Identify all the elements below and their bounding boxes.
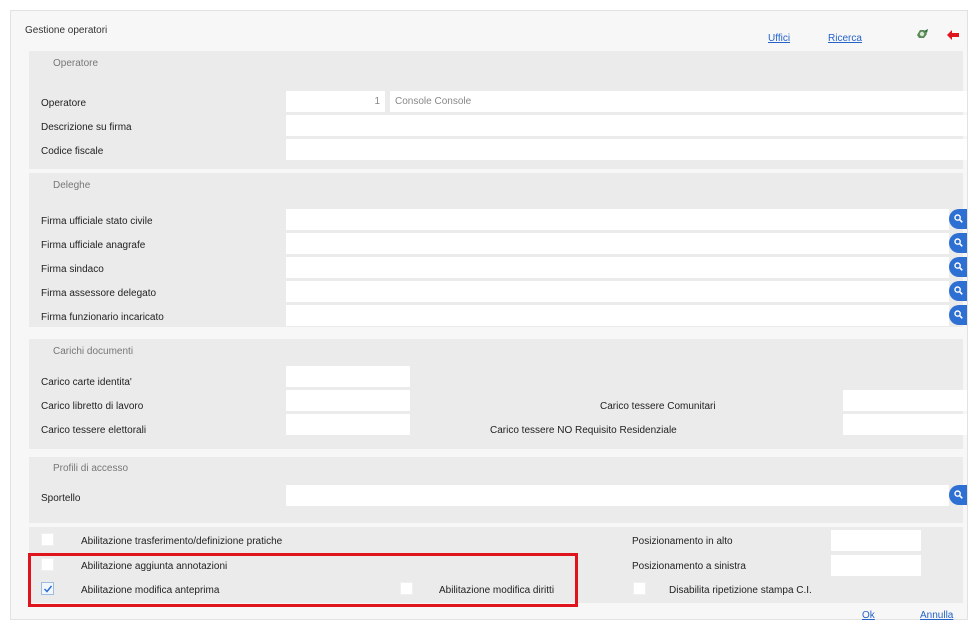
checkmark-icon xyxy=(43,585,53,593)
firma-anagrafe-input[interactable] xyxy=(286,233,949,254)
tessere-no-requisito-input[interactable] xyxy=(843,414,967,435)
codice-fiscale-label: Codice fiscale xyxy=(41,146,104,157)
operatore-code-input[interactable] xyxy=(286,91,385,112)
firma-assessore-input[interactable] xyxy=(286,281,949,302)
refresh-icon[interactable] xyxy=(915,28,929,40)
firma-sindaco-search-button[interactable] xyxy=(949,257,967,277)
annulla-button[interactable]: Annulla xyxy=(920,610,953,621)
posizionamento-alto-label: Posizionamento in alto xyxy=(632,536,733,547)
descrizione-input[interactable] xyxy=(286,115,967,136)
search-icon xyxy=(954,286,963,295)
annotazioni-label: Abilitazione aggiunta annotazioni xyxy=(81,561,228,572)
uffici-link[interactable]: Uffici xyxy=(768,33,790,44)
firma-sindaco-input[interactable] xyxy=(286,257,949,278)
tessere-comunitari-input[interactable] xyxy=(843,390,967,411)
operatore-section-title: Operatore xyxy=(53,58,99,69)
trasferimento-checkbox[interactable] xyxy=(41,533,54,546)
exit-arrow-icon[interactable] xyxy=(947,30,959,40)
firma-stato-civile-search-button[interactable] xyxy=(949,209,967,229)
diritti-label: Abilitazione modifica diritti xyxy=(439,585,555,596)
search-icon xyxy=(954,262,963,271)
posizionamento-sinistra-label: Posizionamento a sinistra xyxy=(632,561,746,572)
annotazioni-checkbox[interactable] xyxy=(41,558,54,571)
firma-anagrafe-label: Firma ufficiale anagrafe xyxy=(41,240,146,251)
operatore-section: Operatore Operatore Descrizione su firma… xyxy=(29,51,967,169)
operatore-name-input[interactable] xyxy=(390,91,967,112)
posizionamento-alto-input[interactable] xyxy=(831,530,921,551)
ricerca-link[interactable]: Ricerca xyxy=(828,33,862,44)
firma-anagrafe-search-button[interactable] xyxy=(949,233,967,253)
sportello-input[interactable] xyxy=(286,485,949,506)
abilitazioni-section: Abilitazione trasferimento/definizione p… xyxy=(29,527,963,603)
firma-funzionario-input[interactable] xyxy=(286,305,949,326)
search-icon xyxy=(954,490,963,499)
search-icon xyxy=(954,238,963,247)
tessere-elettorali-input[interactable] xyxy=(286,414,410,435)
anteprima-checkbox[interactable] xyxy=(41,582,54,595)
ok-button[interactable]: Ok xyxy=(862,610,875,621)
carte-identita-label: Carico carte identita' xyxy=(41,377,132,388)
posizionamento-sinistra-input[interactable] xyxy=(831,555,921,576)
sportello-search-button[interactable] xyxy=(949,485,967,505)
codice-fiscale-input[interactable] xyxy=(286,139,967,160)
firma-stato-civile-input[interactable] xyxy=(286,209,949,230)
tessere-elettorali-label: Carico tessere elettorali xyxy=(41,425,147,436)
carichi-section-title: Carichi documenti xyxy=(53,346,134,357)
firma-funzionario-search-button[interactable] xyxy=(949,305,967,325)
anteprima-label: Abilitazione modifica anteprima xyxy=(81,585,220,596)
firma-funzionario-label: Firma funzionario incaricato xyxy=(41,312,164,323)
diritti-checkbox[interactable] xyxy=(400,582,413,595)
descrizione-label: Descrizione su firma xyxy=(41,122,132,133)
deleghe-section-title: Deleghe xyxy=(53,180,91,191)
firma-assessore-label: Firma assessore delegato xyxy=(41,288,157,299)
operatore-label: Operatore xyxy=(41,98,87,109)
profili-section: Profili di accesso Sportello xyxy=(29,457,967,523)
carichi-section: Carichi documenti Carico carte identita'… xyxy=(29,339,967,449)
search-icon xyxy=(954,310,963,319)
carte-identita-input[interactable] xyxy=(286,366,410,387)
profili-section-title: Profili di accesso xyxy=(53,463,129,474)
libretto-lavoro-input[interactable] xyxy=(286,390,410,411)
title-bar: Gestione operatori Uffici Ricerca xyxy=(11,11,967,51)
trasferimento-label: Abilitazione trasferimento/definizione p… xyxy=(81,536,283,547)
page-title: Gestione operatori xyxy=(25,25,108,36)
firma-sindaco-label: Firma sindaco xyxy=(41,264,104,275)
disabilita-stampa-label: Disabilita ripetizione stampa C.I. xyxy=(669,585,812,596)
libretto-lavoro-label: Carico libretto di lavoro xyxy=(41,401,144,412)
firma-assessore-search-button[interactable] xyxy=(949,281,967,301)
operator-window: Gestione operatori Uffici Ricerca Operat… xyxy=(10,10,968,620)
search-icon xyxy=(954,214,963,223)
sportello-label: Sportello xyxy=(41,493,81,504)
disabilita-stampa-checkbox[interactable] xyxy=(633,582,646,595)
tessere-no-requisito-label: Carico tessere NO Requisito Residenziale xyxy=(490,425,677,436)
firma-stato-civile-label: Firma ufficiale stato civile xyxy=(41,216,153,227)
tessere-comunitari-label: Carico tessere Comunitari xyxy=(600,401,716,412)
deleghe-section: Deleghe Firma ufficiale stato civile Fir… xyxy=(29,173,967,327)
